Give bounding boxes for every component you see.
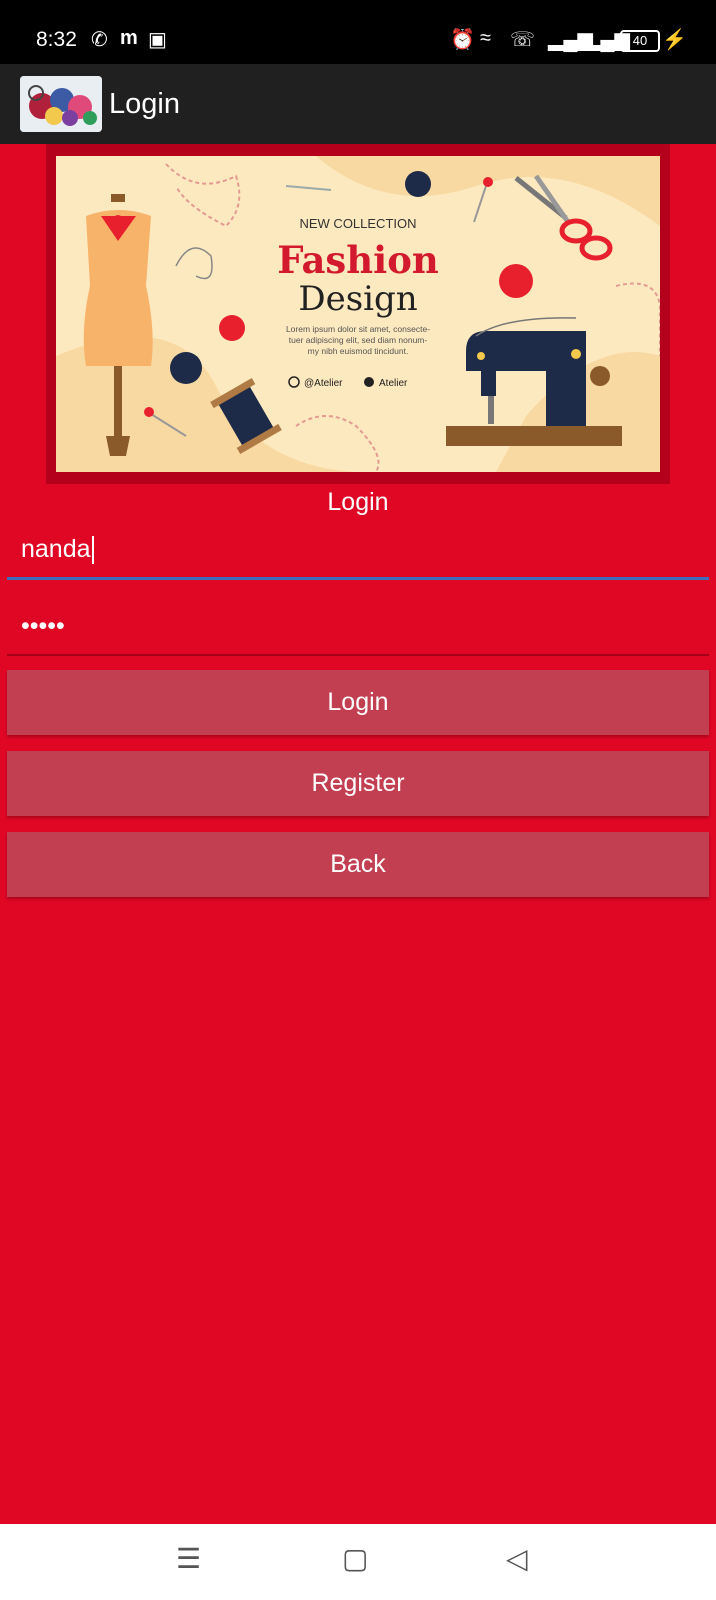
banner-social-facebook: Atelier — [379, 378, 408, 389]
facebook-icon — [364, 377, 374, 387]
battery-level: 40 — [632, 33, 648, 48]
whatsapp-icon: ✆ — [91, 29, 108, 51]
back-icon[interactable]: ◁ — [506, 1542, 528, 1575]
status-time: 8:32 — [36, 28, 77, 51]
login-heading: Login — [327, 488, 389, 516]
scan-icon: ▣ — [148, 29, 167, 51]
banner-social-instagram: @Atelier — [304, 378, 343, 389]
password-field[interactable]: ••••• — [7, 604, 709, 656]
banner-headline-design: Design — [298, 279, 417, 319]
username-value: nanda — [21, 535, 91, 563]
username-field[interactable]: nanda — [7, 527, 709, 580]
alarm-icon: ⏰ — [450, 29, 475, 51]
banner-body-line-1: Lorem ipsum dolor sit amet, consecte- — [286, 324, 430, 334]
charging-icon: ⚡ — [662, 29, 687, 51]
wifi-icon: ≈ — [480, 27, 491, 49]
banner-eyebrow: NEW COLLECTION — [299, 216, 416, 231]
banner-headline-fashion: Fashion — [277, 238, 439, 282]
menu-icon[interactable]: ☰ — [176, 1542, 201, 1575]
fashion-banner: NEW COLLECTION Fashion Design Lorem ipsu… — [46, 144, 670, 484]
banner-body-line-3: my nibh euismod tincidunt. — [308, 346, 409, 356]
battery-icon: 40 — [620, 30, 660, 52]
app-bar: Login — [0, 64, 716, 144]
status-bar: 8:32 ✆ m ▣ ⏰ ≈ ☏ ▂▄▆ ▂▄▆ 40 ⚡ — [0, 0, 716, 64]
app-logo-image — [20, 76, 102, 132]
volte-call-icon: ☏ — [510, 29, 536, 51]
login-button[interactable]: Login — [7, 670, 709, 735]
fashion-banner-art: NEW COLLECTION Fashion Design Lorem ipsu… — [56, 156, 660, 472]
home-icon[interactable]: ▢ — [342, 1542, 368, 1575]
register-button[interactable]: Register — [7, 751, 709, 816]
password-value: ••••• — [21, 612, 65, 640]
system-nav-bar: ☰ ▢ ◁ — [0, 1524, 716, 1600]
banner-body-line-2: tuer adipiscing elit, sed diam nonum- — [289, 335, 428, 345]
text-caret — [91, 536, 94, 565]
m-app-icon: m — [120, 27, 138, 49]
back-button[interactable]: Back — [7, 832, 709, 897]
app-title: Login — [109, 88, 180, 120]
